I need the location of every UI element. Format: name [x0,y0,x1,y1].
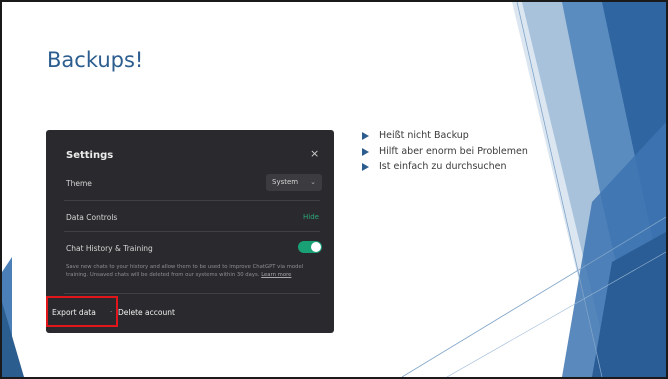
bullet-item: Ist einfach zu durchsuchen [362,161,532,173]
slide: Backups! Settings × Theme System ⌄ Data … [0,0,668,379]
highlight-box [46,296,118,327]
bullet-item: Hilft aber enorm bei Problemen [362,146,532,158]
divider [64,200,320,201]
bullet-list: Heißt nicht Backup Hilft aber enorm bei … [362,130,532,177]
bullet-item: Heißt nicht Backup [362,130,532,142]
divider [64,231,320,232]
settings-title: Settings [66,150,114,161]
theme-label: Theme [66,179,92,188]
close-icon[interactable]: × [310,147,319,160]
delete-account-button[interactable]: Delete account [118,308,175,317]
slide-title: Backups! [47,48,144,72]
bullet-text: Hilft aber enorm bei Problemen [379,145,528,157]
bullet-text: Heißt nicht Backup [379,130,469,141]
learn-more-link[interactable]: Learn more [261,272,291,278]
triangle-bullet-icon [362,163,369,171]
chat-history-description: Save new chats to your history and allow… [66,263,318,279]
hide-data-controls-link[interactable]: Hide [303,213,319,221]
chat-history-toggle[interactable] [298,241,322,253]
theme-value: System [272,178,299,186]
chat-history-label: Chat History & Training [66,244,153,253]
triangle-bullet-icon [362,147,369,156]
bullet-text: Ist einfach zu durchsuchen [379,161,507,172]
data-controls-label: Data Controls [66,213,118,222]
chevron-down-icon: ⌄ [310,178,316,186]
settings-screenshot-panel: Settings × Theme System ⌄ Data Controls … [46,130,334,333]
triangle-bullet-icon [362,132,369,140]
divider [64,293,320,294]
toggle-knob [311,242,321,252]
theme-select[interactable]: System ⌄ [266,174,322,191]
